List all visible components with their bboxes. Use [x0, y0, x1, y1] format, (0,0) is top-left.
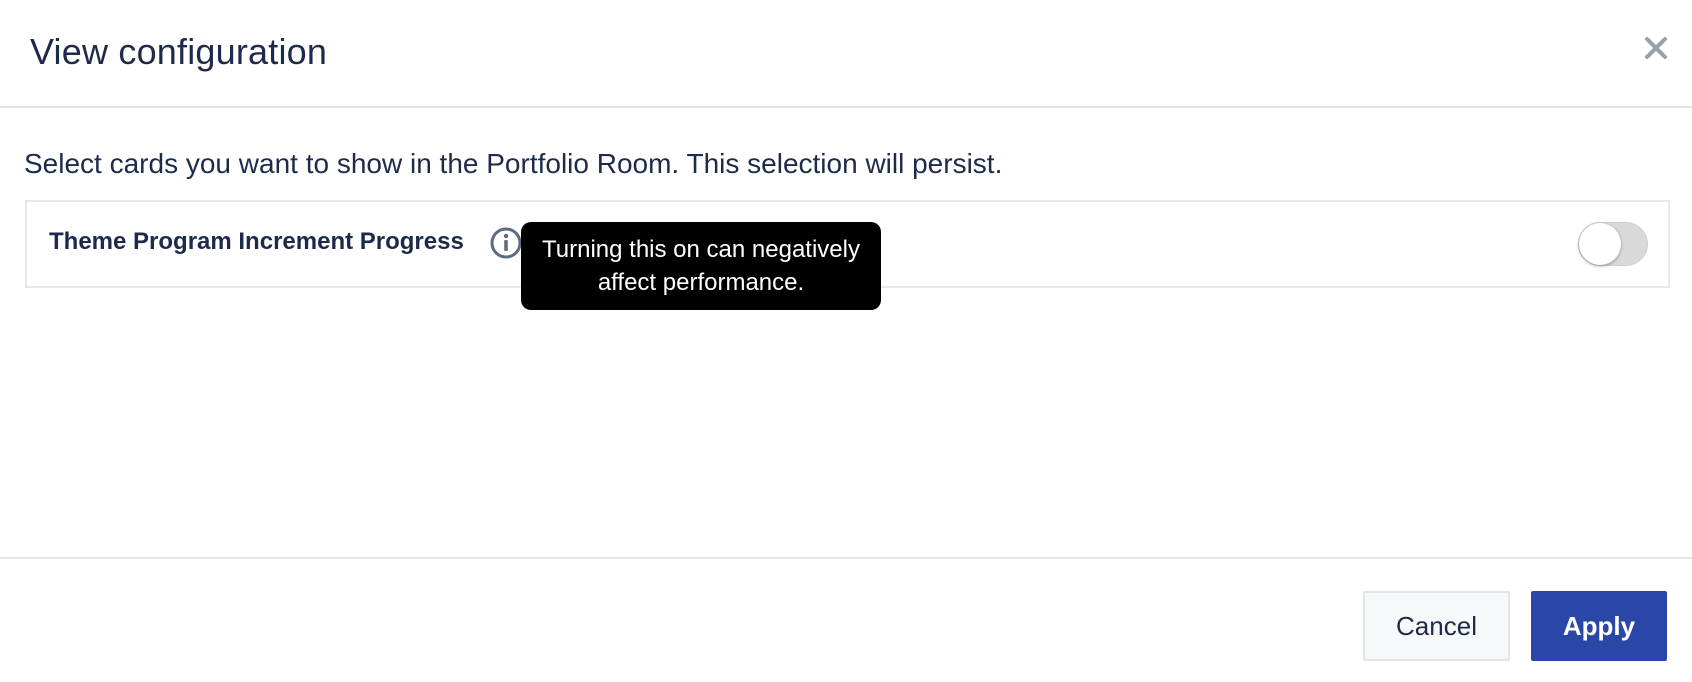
close-icon	[1645, 37, 1667, 59]
card-toggle-switch[interactable]	[1578, 222, 1648, 266]
cancel-button[interactable]: Cancel	[1363, 591, 1510, 661]
apply-button[interactable]: Apply	[1531, 591, 1667, 661]
dialog-description: Select cards you want to show in the Por…	[24, 148, 1003, 179]
close-button[interactable]	[1636, 28, 1676, 68]
dialog-title: View configuration	[30, 31, 328, 72]
info-tooltip: Turning this on can negatively affect pe…	[521, 222, 881, 310]
dialog-footer: Cancel Apply	[0, 557, 1692, 682]
tooltip-line-2: affect performance.	[597, 269, 805, 296]
card-option-label: Theme Program Increment Progress	[49, 228, 464, 255]
tooltip-line-1: Turning this on can negatively	[542, 236, 860, 263]
info-icon[interactable]	[489, 226, 523, 260]
toggle-knob	[1579, 223, 1621, 265]
view-configuration-dialog: View configuration Select cards you want…	[0, 0, 1692, 682]
dialog-header: View configuration	[0, 0, 1692, 108]
